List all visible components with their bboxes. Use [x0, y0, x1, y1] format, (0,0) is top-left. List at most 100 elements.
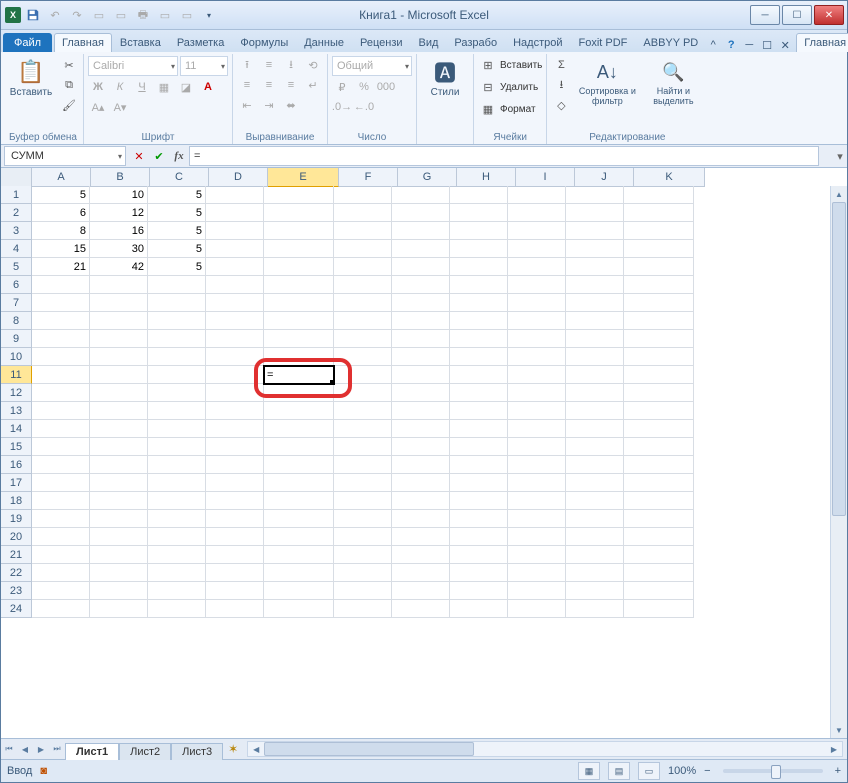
cell-D19[interactable] — [206, 510, 264, 528]
cell-H18[interactable] — [450, 492, 508, 510]
cell-B11[interactable] — [90, 366, 148, 384]
cell-H24[interactable] — [450, 600, 508, 618]
column-header-C[interactable]: C — [150, 168, 209, 187]
zoom-in-icon[interactable]: + — [835, 765, 841, 777]
cell-I11[interactable] — [508, 366, 566, 384]
cell-D20[interactable] — [206, 528, 264, 546]
cell-F10[interactable] — [334, 348, 392, 366]
cell-K10[interactable] — [624, 348, 694, 366]
cell-K12[interactable] — [624, 384, 694, 402]
cell-B15[interactable] — [90, 438, 148, 456]
cell-B1[interactable]: 10 — [90, 186, 148, 204]
select-all-corner[interactable] — [1, 168, 32, 187]
cell-D15[interactable] — [206, 438, 264, 456]
cell-G7[interactable] — [392, 294, 450, 312]
cell-G23[interactable] — [392, 582, 450, 600]
cell-A20[interactable] — [32, 528, 90, 546]
cell-B23[interactable] — [90, 582, 148, 600]
formula-enter-icon[interactable]: ✔ — [149, 147, 169, 165]
tab-0[interactable]: Главная — [54, 33, 112, 52]
decrease-indent-icon[interactable]: ⇤ — [237, 96, 257, 114]
cell-I4[interactable] — [508, 240, 566, 258]
cell-J5[interactable] — [566, 258, 624, 276]
cell-H8[interactable] — [450, 312, 508, 330]
cell-F18[interactable] — [334, 492, 392, 510]
cell-J18[interactable] — [566, 492, 624, 510]
cell-B3[interactable]: 16 — [90, 222, 148, 240]
cell-E14[interactable] — [264, 420, 334, 438]
scroll-up-icon[interactable]: ▲ — [831, 186, 847, 202]
cell-I23[interactable] — [508, 582, 566, 600]
cell-F6[interactable] — [334, 276, 392, 294]
font-name-select[interactable]: Calibri — [88, 56, 178, 76]
vscroll-thumb[interactable] — [832, 202, 846, 516]
cell-E21[interactable] — [264, 546, 334, 564]
cell-A5[interactable]: 21 — [32, 258, 90, 276]
cell-E20[interactable] — [264, 528, 334, 546]
cells-format-button[interactable]: ▦Формат — [478, 100, 542, 118]
cell-D22[interactable] — [206, 564, 264, 582]
increase-font-icon[interactable]: A▴ — [88, 98, 108, 116]
cell-D14[interactable] — [206, 420, 264, 438]
cell-C21[interactable] — [148, 546, 206, 564]
scroll-down-icon[interactable]: ▼ — [831, 722, 847, 738]
cell-G17[interactable] — [392, 474, 450, 492]
cell-B14[interactable] — [90, 420, 148, 438]
cell-C3[interactable]: 5 — [148, 222, 206, 240]
cell-F12[interactable] — [334, 384, 392, 402]
cell-J11[interactable] — [566, 366, 624, 384]
cell-C20[interactable] — [148, 528, 206, 546]
qat-btn-2[interactable]: ▭ — [111, 5, 131, 25]
row-header-12[interactable]: 12 — [1, 384, 32, 402]
cell-D11[interactable] — [206, 366, 264, 384]
horizontal-scrollbar[interactable]: ◀ ▶ — [247, 741, 843, 757]
tab-5[interactable]: Рецензи — [352, 33, 411, 52]
name-box[interactable]: СУММ — [4, 146, 126, 166]
cell-J23[interactable] — [566, 582, 624, 600]
cell-K5[interactable] — [624, 258, 694, 276]
row-header-20[interactable]: 20 — [1, 528, 32, 546]
cell-D24[interactable] — [206, 600, 264, 618]
zoom-out-icon[interactable]: − — [704, 765, 710, 777]
cell-F17[interactable] — [334, 474, 392, 492]
wrap-text-icon[interactable]: ↵ — [303, 76, 323, 94]
cell-D2[interactable] — [206, 204, 264, 222]
fill-color-button[interactable]: ◪ — [176, 78, 196, 96]
formula-input[interactable]: = — [189, 146, 819, 166]
maximize-button[interactable]: ☐ — [782, 5, 812, 25]
cell-D6[interactable] — [206, 276, 264, 294]
cell-I8[interactable] — [508, 312, 566, 330]
tab-3[interactable]: Формулы — [232, 33, 296, 52]
cell-A8[interactable] — [32, 312, 90, 330]
cell-I21[interactable] — [508, 546, 566, 564]
cell-F14[interactable] — [334, 420, 392, 438]
sheet-nav-first-icon[interactable]: ⏮ — [1, 741, 17, 757]
cell-A17[interactable] — [32, 474, 90, 492]
view-normal-icon[interactable]: ▦ — [578, 762, 600, 780]
row-header-2[interactable]: 2 — [1, 204, 32, 222]
cell-C2[interactable]: 5 — [148, 204, 206, 222]
cell-J15[interactable] — [566, 438, 624, 456]
cell-K17[interactable] — [624, 474, 694, 492]
row-header-6[interactable]: 6 — [1, 276, 32, 294]
cell-C24[interactable] — [148, 600, 206, 618]
copy-icon[interactable]: ⧉ — [59, 76, 79, 94]
cell-C9[interactable] — [148, 330, 206, 348]
view-page-break-icon[interactable]: ▭ — [638, 762, 660, 780]
cell-H11[interactable] — [450, 366, 508, 384]
view-page-layout-icon[interactable]: ▤ — [608, 762, 630, 780]
column-header-A[interactable]: A — [32, 168, 91, 187]
cell-H4[interactable] — [450, 240, 508, 258]
column-header-K[interactable]: K — [634, 168, 705, 187]
close-button[interactable]: ✕ — [814, 5, 844, 25]
cell-I13[interactable] — [508, 402, 566, 420]
cell-J1[interactable] — [566, 186, 624, 204]
border-button[interactable]: ▦ — [154, 78, 174, 96]
cell-K16[interactable] — [624, 456, 694, 474]
cell-D7[interactable] — [206, 294, 264, 312]
row-header-14[interactable]: 14 — [1, 420, 32, 438]
increase-indent-icon[interactable]: ⇥ — [259, 96, 279, 114]
cell-K13[interactable] — [624, 402, 694, 420]
cell-A18[interactable] — [32, 492, 90, 510]
cell-E3[interactable] — [264, 222, 334, 240]
